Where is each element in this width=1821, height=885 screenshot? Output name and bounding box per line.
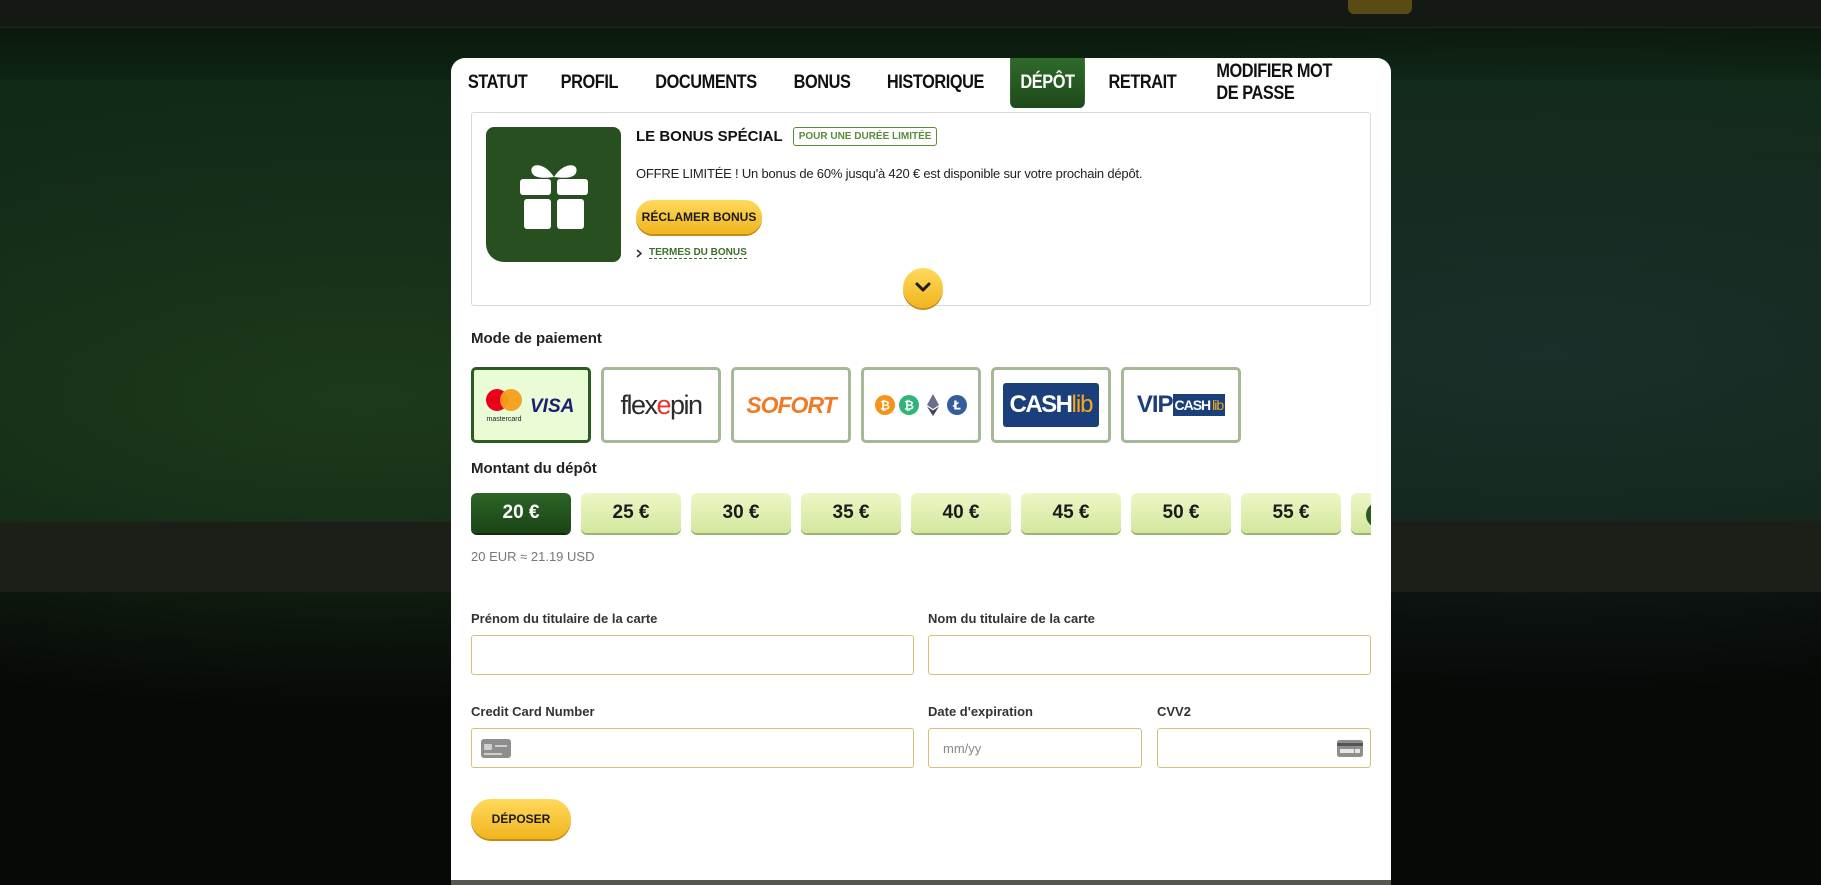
tab-documents[interactable]: DOCUMENTS — [645, 58, 767, 108]
modal-bottom-edge — [451, 880, 1391, 885]
litecoin-icon: Ł — [947, 395, 967, 415]
method-vip-cashlib[interactable]: VIP CASH lib — [1121, 367, 1241, 443]
tab-depot[interactable]: DÉPÔT — [1009, 58, 1085, 108]
card-number-label: Credit Card Number — [471, 704, 595, 719]
claim-bonus-button[interactable]: RÉCLAMER BONUS — [636, 200, 762, 234]
last-name-label: Nom du titulaire de la carte — [928, 611, 1095, 626]
chevron-right-icon — [636, 248, 643, 258]
amount-option-35[interactable]: 35 € — [801, 493, 901, 533]
gift-icon — [486, 127, 621, 262]
tab-bonus[interactable]: BONUS — [783, 58, 861, 108]
background-top-bar — [0, 0, 1821, 28]
bonus-title: LE BONUS SPÉCIAL — [636, 128, 783, 145]
method-mastercard-visa[interactable]: mastercard VISA — [471, 367, 591, 443]
special-bonus-card: LE BONUS SPÉCIAL POUR UNE DURÉE LIMITÉE … — [471, 112, 1371, 308]
account-tabs: STATUT PROFIL DOCUMENTS BONUS HISTORIQUE… — [451, 58, 1365, 108]
chevron-down-icon — [915, 282, 931, 292]
sofort-wordmark: SOFORT — [746, 391, 836, 418]
method-flexepin[interactable]: flexepin — [601, 367, 721, 443]
ethereum-icon — [927, 394, 939, 416]
bitcoin-cash-icon: ₿ — [899, 395, 919, 415]
bonus-description: OFFRE LIMITÉE ! Un bonus de 60% jusqu'à … — [636, 166, 1143, 181]
mastercard-caption: mastercard — [486, 416, 521, 423]
visa-wordmark: VISA — [530, 396, 574, 417]
card-number-input[interactable] — [471, 728, 914, 768]
account-modal: STATUT PROFIL DOCUMENTS BONUS HISTORIQUE… — [451, 58, 1391, 885]
deposit-submit-button[interactable]: DÉPOSER — [471, 799, 571, 839]
card-back-icon — [1337, 740, 1363, 762]
method-cashlib[interactable]: CASH lib — [991, 367, 1111, 443]
svg-text:₿: ₿ — [880, 399, 890, 413]
amount-option-40[interactable]: 40 € — [911, 493, 1011, 533]
tab-historique[interactable]: HISTORIQUE — [876, 58, 994, 108]
deposit-amounts: 20 € 25 € 30 € 35 € 40 € 45 € 50 € 55 € … — [471, 493, 1371, 537]
limited-time-badge: POUR UNE DURÉE LIMITÉE — [792, 127, 938, 146]
expiry-date-label: Date d'expiration — [928, 704, 1033, 719]
currency-conversion: 20 EUR ≈ 21.19 USD — [471, 549, 595, 564]
method-sofort[interactable]: SOFORT — [731, 367, 851, 443]
svg-text:₿: ₿ — [904, 399, 914, 413]
amount-option-50[interactable]: 50 € — [1131, 493, 1231, 533]
credit-card-icon — [481, 739, 511, 763]
svg-text:Ł: Ł — [952, 399, 961, 413]
bonus-terms-label: TERMES DU BONUS — [649, 247, 747, 259]
bonus-terms-link[interactable]: TERMES DU BONUS — [636, 247, 747, 259]
deposit-amount-label: Montant du dépôt — [471, 460, 597, 477]
first-name-input[interactable] — [471, 635, 914, 675]
tab-retrait[interactable]: RETRAIT — [1098, 58, 1186, 108]
payment-methods: mastercard VISA flexepin SOFORT ₿ ₿ Ł CA… — [471, 367, 1241, 443]
expiry-date-input[interactable] — [928, 728, 1142, 768]
bitcoin-icon: ₿ — [875, 395, 895, 415]
method-crypto[interactable]: ₿ ₿ Ł — [861, 367, 981, 443]
tab-statut[interactable]: STATUT — [458, 58, 538, 108]
amount-option-30[interactable]: 30 € — [691, 493, 791, 533]
amount-option-55[interactable]: 55 € — [1241, 493, 1341, 533]
first-name-label: Prénom du titulaire de la carte — [471, 611, 658, 626]
amount-option-45[interactable]: 45 € — [1021, 493, 1121, 533]
tab-profil[interactable]: PROFIL — [550, 58, 628, 108]
cvv-label: CVV2 — [1157, 704, 1191, 719]
payment-method-label: Mode de paiement — [471, 330, 602, 347]
amount-option-20[interactable]: 20 € — [471, 493, 571, 533]
expand-bonus-button[interactable] — [903, 268, 943, 308]
amount-option-25[interactable]: 25 € — [581, 493, 681, 533]
tab-modifier-mot-de-passe[interactable]: MODIFIER MOT DE PASSE — [1206, 58, 1353, 108]
last-name-input[interactable] — [928, 635, 1371, 675]
